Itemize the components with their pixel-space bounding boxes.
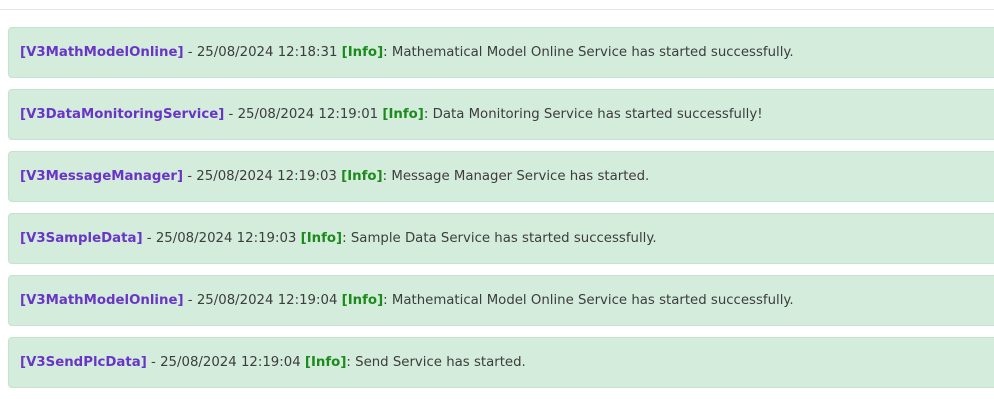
top-divider [0, 9, 994, 10]
log-timestamp: 25/08/2024 12:18:31 [196, 45, 338, 60]
log-separator: - [183, 45, 197, 60]
log-entry: [V3MathModelOnline] - 25/08/2024 12:19:0… [8, 275, 994, 326]
log-message: Message Manager Service has started. [391, 169, 650, 184]
log-colon: : [383, 45, 392, 60]
log-list: [V3MathModelOnline] - 25/08/2024 12:18:3… [8, 27, 994, 399]
log-colon: : [342, 231, 351, 246]
log-service-name: [V3SampleData] [20, 231, 143, 246]
log-entry: [V3SendPlcData] - 25/08/2024 12:19:04 [I… [8, 337, 994, 388]
log-timestamp: 25/08/2024 12:19:03 [196, 169, 337, 184]
log-colon: : [346, 355, 356, 370]
log-separator: - [183, 293, 197, 308]
log-colon: : [423, 107, 433, 122]
log-entry: [V3MessageManager] - 25/08/2024 12:19:03… [8, 151, 994, 202]
log-level-badge: [Info] [300, 231, 343, 246]
log-timestamp: 25/08/2024 12:19:01 [237, 107, 379, 122]
log-separator: - [142, 231, 156, 246]
log-separator: - [146, 355, 161, 370]
log-timestamp: 25/08/2024 12:19:04 [196, 293, 338, 308]
log-entry: [V3SampleData] - 25/08/2024 12:19:03 [In… [8, 213, 994, 264]
log-service-name: [V3MathModelOnline] [20, 45, 184, 60]
log-service-name: [V3MessageManager] [20, 169, 184, 184]
log-message: Sample Data Service has started successf… [350, 231, 657, 246]
log-entry: [V3MathModelOnline] - 25/08/2024 12:18:3… [8, 27, 994, 78]
log-service-name: [V3DataMonitoringService] [20, 107, 225, 122]
log-colon: : [383, 293, 392, 308]
log-service-name: [V3MathModelOnline] [20, 293, 184, 308]
log-colon: : [382, 169, 392, 184]
log-separator: - [224, 107, 238, 122]
log-level-badge: [Info] [341, 293, 384, 308]
log-service-name: [V3SendPlcData] [20, 355, 147, 370]
log-message: Data Monitoring Service has started succ… [432, 107, 763, 122]
log-level-badge: [Info] [341, 45, 384, 60]
log-message: Mathematical Model Online Service has st… [391, 293, 794, 308]
log-level-badge: [Info] [341, 169, 383, 184]
log-level-badge: [Info] [382, 107, 424, 122]
log-entry: [V3DataMonitoringService] - 25/08/2024 1… [8, 89, 994, 140]
log-separator: - [183, 169, 197, 184]
log-message: Mathematical Model Online Service has st… [391, 45, 794, 60]
log-timestamp: 25/08/2024 12:19:04 [160, 355, 301, 370]
log-message: Send Service has started. [355, 355, 526, 370]
log-timestamp: 25/08/2024 12:19:03 [155, 231, 297, 246]
log-level-badge: [Info] [304, 355, 347, 370]
